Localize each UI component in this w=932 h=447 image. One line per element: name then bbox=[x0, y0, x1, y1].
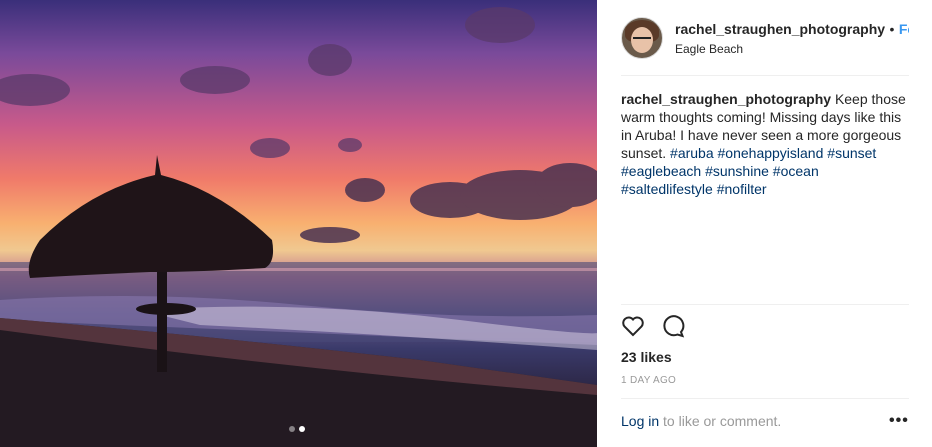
post-caption: rachel_straughen_photography Keep those … bbox=[621, 90, 909, 198]
carousel-dot[interactable] bbox=[289, 426, 295, 432]
heart-icon[interactable] bbox=[621, 314, 645, 338]
username-link[interactable]: rachel_straughen_photography bbox=[675, 21, 885, 37]
hashtag-link[interactable]: #sunshine bbox=[705, 163, 769, 179]
hashtag-link[interactable]: #eaglebeach bbox=[621, 163, 701, 179]
login-link[interactable]: Log in bbox=[621, 413, 659, 429]
post-photo[interactable] bbox=[0, 0, 597, 447]
hashtag-link[interactable]: #saltedlifestyle bbox=[621, 181, 713, 197]
hashtag-link[interactable]: #onehappyisland bbox=[718, 145, 824, 161]
post-timestamp[interactable]: 1 DAY AGO bbox=[621, 375, 676, 386]
hashtag-link[interactable]: #ocean bbox=[773, 163, 819, 179]
caption-username[interactable]: rachel_straughen_photography bbox=[621, 91, 831, 107]
avatar[interactable] bbox=[621, 17, 663, 59]
divider bbox=[621, 398, 909, 399]
carousel-dot-active[interactable] bbox=[299, 426, 305, 432]
sunset-beach-image bbox=[0, 7, 597, 447]
hashtag-link[interactable]: #aruba bbox=[670, 145, 714, 161]
more-options-icon[interactable]: ••• bbox=[889, 412, 909, 430]
comment-icon[interactable] bbox=[661, 314, 685, 338]
follow-button[interactable]: Follo bbox=[899, 21, 909, 37]
separator-dot: • bbox=[889, 20, 895, 37]
divider bbox=[621, 75, 909, 76]
carousel-indicator[interactable] bbox=[289, 426, 305, 432]
post-sidebar: rachel_straughen_photography • Follo Eag… bbox=[597, 0, 932, 447]
location-link[interactable]: Eagle Beach bbox=[675, 42, 909, 56]
post-header: rachel_straughen_photography • Follo Eag… bbox=[621, 16, 909, 60]
hashtag-link[interactable]: #nofilter bbox=[717, 181, 767, 197]
login-prompt-text: to like or comment. bbox=[659, 413, 782, 429]
login-prompt: Log in to like or comment. bbox=[621, 413, 781, 429]
divider bbox=[621, 304, 909, 305]
hashtag-link[interactable]: #sunset bbox=[827, 145, 876, 161]
action-bar bbox=[621, 314, 685, 338]
likes-count[interactable]: 23 likes bbox=[621, 349, 672, 365]
